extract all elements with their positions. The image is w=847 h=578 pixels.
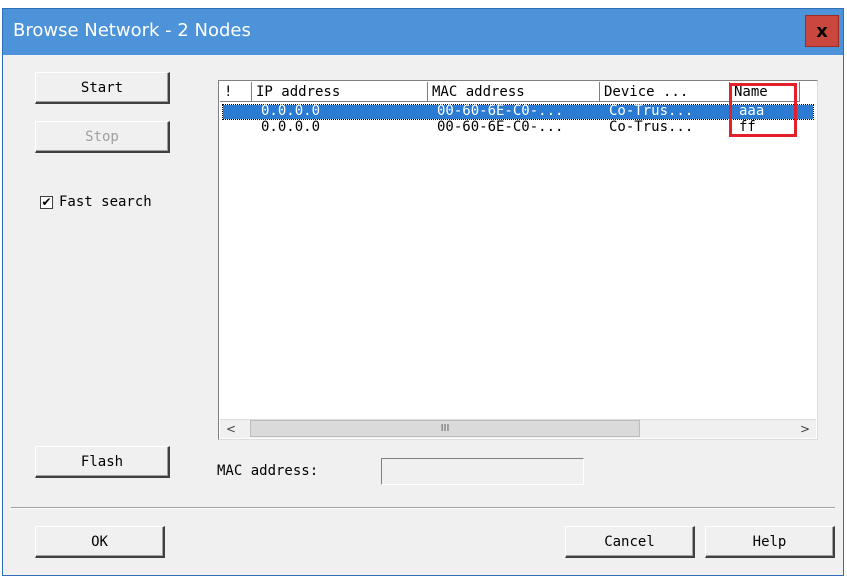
window-title: Browse Network - 2 Nodes [13,20,251,41]
cell-device: Co-Trus... [609,119,694,135]
name-column-highlight [729,83,797,137]
chevron-left-icon: < [225,421,237,436]
cell-mac-address: 00-60-6E-C0-... [437,103,564,119]
close-icon: x [816,20,828,42]
help-button[interactable]: Help [705,526,835,558]
list-header: ! IP address MAC address Device ... Name [220,82,816,103]
mac-address-field [381,458,584,485]
ok-button[interactable]: OK [35,526,165,558]
stop-button[interactable]: Stop [35,121,170,153]
cell-ip-address: 0.0.0.0 [261,119,321,135]
title-bar[interactable]: Browse Network - 2 Nodes x [3,9,843,55]
chevron-right-icon: > [799,421,811,436]
cell-mac-address: 00-60-6E-C0-... [437,119,564,135]
cell-device: Co-Trus... [609,103,694,119]
checkmark-icon: ✔ [41,195,52,209]
column-header-device[interactable]: Device ... [600,82,730,102]
grip-icon: III [440,423,450,434]
column-header-mac-address[interactable]: MAC address [428,82,600,102]
column-header-ip-address[interactable]: IP address [252,82,428,102]
cell-ip-address: 0.0.0.0 [261,103,321,119]
column-header-flag[interactable]: ! [220,82,252,102]
scroll-right-button[interactable]: > [796,420,814,437]
scroll-thumb[interactable]: III [250,420,640,437]
fast-search-label: Fast search [59,194,152,210]
node-list[interactable]: ! IP address MAC address Device ... Name… [218,80,818,440]
browse-network-dialog: Browse Network - 2 Nodes x Start Stop ✔ … [2,8,844,576]
fast-search-option[interactable]: ✔ Fast search [40,194,152,210]
flash-button[interactable]: Flash [35,446,170,478]
fast-search-checkbox[interactable]: ✔ [40,195,53,209]
cancel-button[interactable]: Cancel [565,526,695,558]
table-row[interactable]: 0.0.0.0 00-60-6E-C0-... Co-Trus... ff [223,119,813,135]
close-button[interactable]: x [805,15,839,47]
horizontal-scrollbar[interactable]: < III > [220,419,816,438]
start-button[interactable]: Start [35,72,170,104]
scroll-left-button[interactable]: < [222,420,240,437]
mac-address-label: MAC address: [217,463,319,479]
separator [11,507,835,509]
table-row[interactable]: 0.0.0.0 00-60-6E-C0-... Co-Trus... aaa [222,103,814,120]
